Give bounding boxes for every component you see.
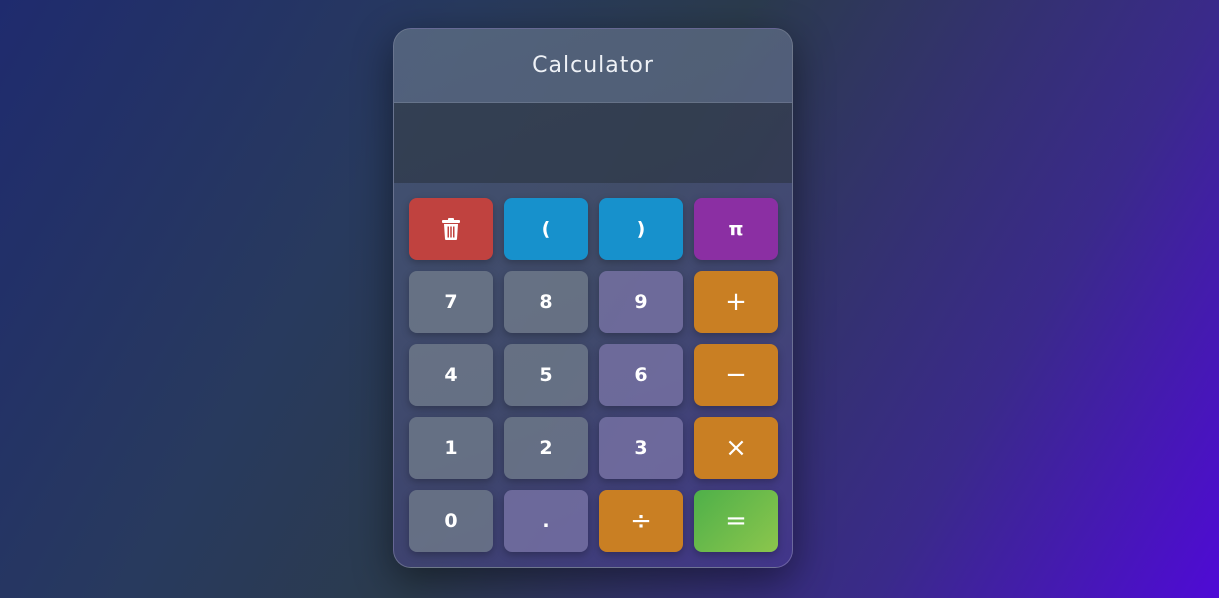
digit-8-button[interactable]: 8 xyxy=(504,271,588,333)
close-paren-button[interactable]: ) xyxy=(599,198,683,260)
calculator-window: Calculator ( ) π 7 8 9 + 4 5 6 − 1 2 3 ×… xyxy=(393,28,793,568)
digit-7-button[interactable]: 7 xyxy=(409,271,493,333)
digit-9-button[interactable]: 9 xyxy=(599,271,683,333)
keypad: ( ) π 7 8 9 + 4 5 6 − 1 2 3 × 0 . ÷ = xyxy=(394,183,792,552)
app-title: Calculator xyxy=(532,53,654,78)
pi-button[interactable]: π xyxy=(694,198,778,260)
digit-4-button[interactable]: 4 xyxy=(409,344,493,406)
plus-button[interactable]: + xyxy=(694,271,778,333)
multiply-button[interactable]: × xyxy=(694,417,778,479)
digit-3-button[interactable]: 3 xyxy=(599,417,683,479)
minus-button[interactable]: − xyxy=(694,344,778,406)
divide-button[interactable]: ÷ xyxy=(599,490,683,552)
title-bar: Calculator xyxy=(394,29,792,103)
decimal-button[interactable]: . xyxy=(504,490,588,552)
calculator-display xyxy=(394,103,792,183)
digit-2-button[interactable]: 2 xyxy=(504,417,588,479)
trash-icon xyxy=(442,218,460,240)
digit-1-button[interactable]: 1 xyxy=(409,417,493,479)
digit-0-button[interactable]: 0 xyxy=(409,490,493,552)
equals-button[interactable]: = xyxy=(694,490,778,552)
clear-button[interactable] xyxy=(409,198,493,260)
digit-6-button[interactable]: 6 xyxy=(599,344,683,406)
open-paren-button[interactable]: ( xyxy=(504,198,588,260)
digit-5-button[interactable]: 5 xyxy=(504,344,588,406)
